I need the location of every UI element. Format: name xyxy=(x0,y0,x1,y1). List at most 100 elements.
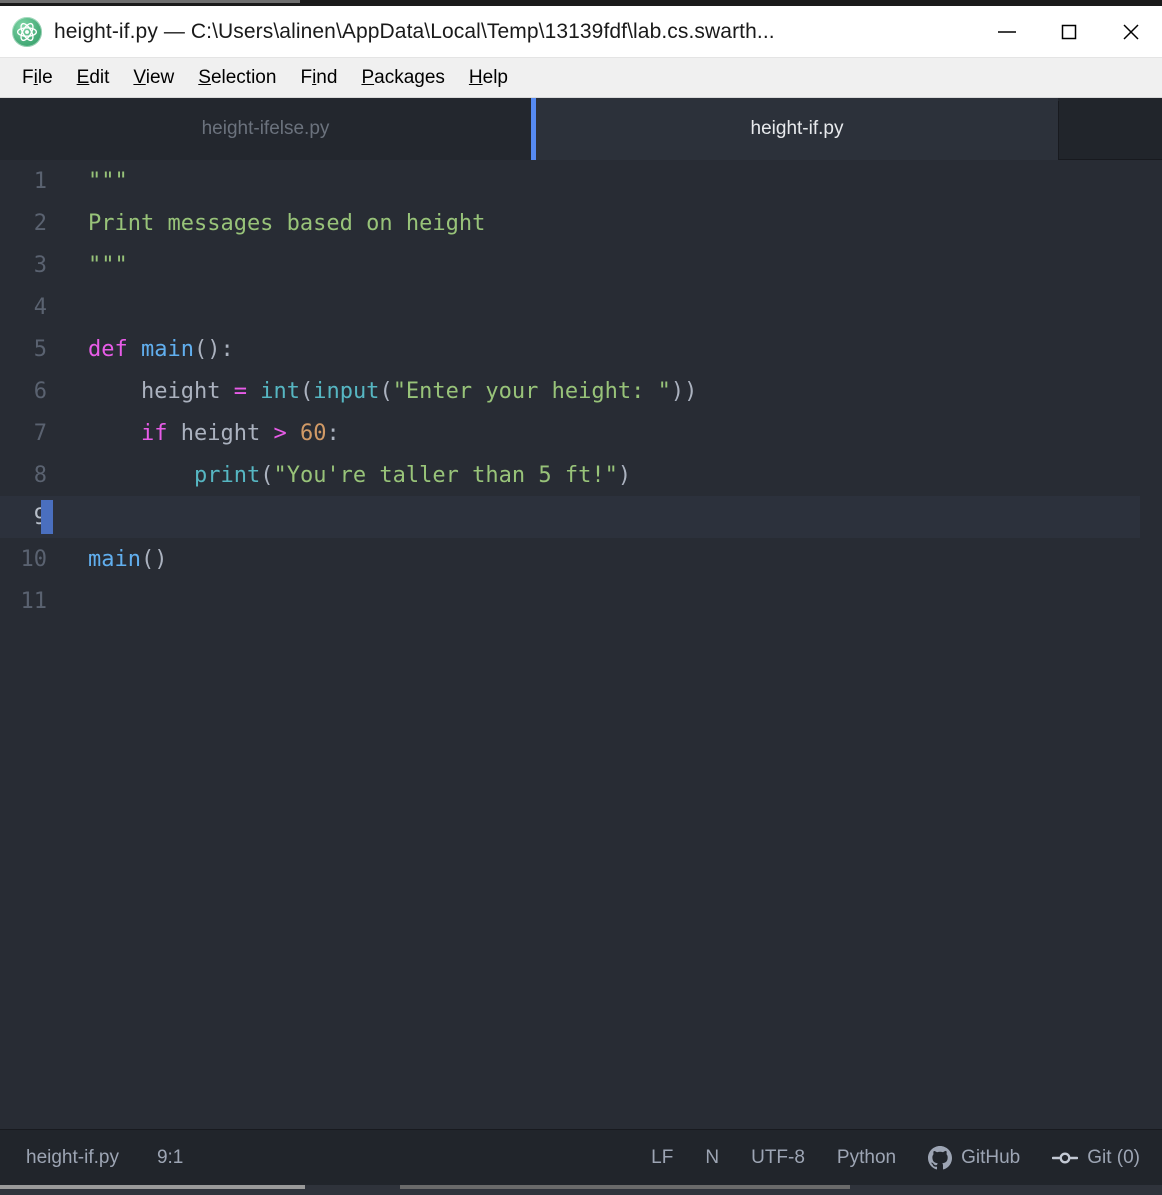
code-token: () xyxy=(140,546,168,572)
code-line[interactable]: 3 """ xyxy=(0,244,1162,286)
code-token: ( xyxy=(379,378,393,404)
menu-item-help[interactable]: Help xyxy=(457,63,520,93)
menu-item-file[interactable]: File xyxy=(10,63,65,93)
code-token: """ xyxy=(88,252,128,278)
code-line-active[interactable]: 9 xyxy=(0,496,1162,538)
code-line[interactable]: 1 """ xyxy=(0,160,1162,202)
code-line[interactable]: 8 print("You're taller than 5 ft!") xyxy=(0,454,1162,496)
minimize-button[interactable] xyxy=(976,6,1038,57)
title-bar: height-if.py — C:\Users\alinen\AppData\L… xyxy=(0,6,1162,58)
code-line[interactable]: 6 height = int(input("Enter your height:… xyxy=(0,370,1162,412)
tab-height-ifelse-py[interactable]: height-ifelse.py xyxy=(0,98,531,160)
menu-bar: File Edit View Selection Find Packages Help xyxy=(0,58,1162,98)
line-number: 3 xyxy=(33,252,47,278)
status-selection-mode[interactable]: N xyxy=(705,1147,719,1169)
tab-bar: height-ifelse.py height-if.py xyxy=(0,98,1162,160)
text-cursor xyxy=(41,500,53,534)
code-line-text: height = int(input("Enter your height: "… xyxy=(47,379,1162,404)
code-line[interactable]: 10 main() xyxy=(0,538,1162,580)
line-number: 8 xyxy=(33,462,47,488)
code-line-text: """ xyxy=(47,169,1162,194)
code-token: main xyxy=(140,336,194,362)
status-github-label: GitHub xyxy=(961,1146,1021,1168)
menu-item-label: Edit xyxy=(76,66,110,88)
maximize-button[interactable] xyxy=(1038,6,1100,57)
code-token: print xyxy=(193,462,261,488)
menu-item-label: Find xyxy=(300,66,338,88)
status-github[interactable]: GitHub xyxy=(928,1145,1021,1170)
window-bottom-edge xyxy=(0,1185,1162,1195)
code-token: input xyxy=(313,378,380,404)
code-line[interactable]: 2 Print messages based on height xyxy=(0,202,1162,244)
menu-item-selection[interactable]: Selection xyxy=(186,63,288,93)
code-token: def xyxy=(88,336,141,362)
code-line[interactable]: 5 def main(): xyxy=(0,328,1162,370)
line-number: 9 xyxy=(0,505,47,530)
code-token: ( xyxy=(260,462,274,488)
menu-item-label: Packages xyxy=(361,66,445,88)
line-number: 11 xyxy=(20,588,48,614)
status-bar-right: LF N UTF-8 Python GitHub Git (0) xyxy=(651,1145,1140,1170)
menu-item-label: File xyxy=(22,66,53,88)
status-cursor-position[interactable]: 9:1 xyxy=(157,1147,183,1169)
line-number: 1 xyxy=(33,168,47,194)
status-encoding[interactable]: UTF-8 xyxy=(751,1147,805,1169)
menu-item-find[interactable]: Find xyxy=(288,63,349,93)
menu-item-packages[interactable]: Packages xyxy=(349,63,456,93)
title-bar-left: height-if.py — C:\Users\alinen\AppData\L… xyxy=(0,16,976,47)
code-token: if xyxy=(140,420,168,446)
code-token: 60 xyxy=(299,420,327,446)
close-button[interactable] xyxy=(1100,6,1162,57)
code-token: > xyxy=(273,420,287,446)
code-token: ( xyxy=(299,378,314,404)
menu-item-label: Help xyxy=(468,66,508,88)
code-line[interactable]: 7 if height > 60: xyxy=(0,412,1162,454)
atom-editor-window: height-if.py — C:\Users\alinen\AppData\L… xyxy=(0,0,1162,1195)
line-number: 7 xyxy=(33,420,47,446)
tab-label: height-ifelse.py xyxy=(201,118,330,139)
menu-item-label: Selection xyxy=(198,66,277,88)
status-git[interactable]: Git (0) xyxy=(1052,1147,1140,1169)
status-bar-left: height-if.py 9:1 xyxy=(26,1147,183,1169)
menu-item-view[interactable]: View xyxy=(121,63,186,93)
tab-bar-filler xyxy=(1058,101,1162,160)
code-token: "You're taller than 5 ft!" xyxy=(273,462,618,488)
code-line[interactable]: 11 xyxy=(0,580,1162,622)
code-token: : xyxy=(326,420,340,446)
line-number: 10 xyxy=(20,546,48,572)
status-line-ending[interactable]: LF xyxy=(651,1147,673,1169)
code-token: int xyxy=(260,378,300,404)
code-line[interactable]: 4 xyxy=(0,286,1162,328)
window-title: height-if.py — C:\Users\alinen\AppData\L… xyxy=(54,19,775,43)
code-editor[interactable]: 1 """ 2 Print messages based on height 3 """ 4… xyxy=(0,160,1162,1129)
status-git-label: Git (0) xyxy=(1087,1146,1140,1168)
code-token: main xyxy=(88,546,141,572)
code-line-text: """ xyxy=(47,253,1162,278)
code-token: )) xyxy=(670,378,698,404)
code-token: height xyxy=(167,420,274,446)
code-line-text: Print messages based on height xyxy=(47,211,1162,236)
status-bar: height-if.py 9:1 LF N UTF-8 Python GitHu… xyxy=(0,1129,1162,1185)
status-filename[interactable]: height-if.py xyxy=(26,1147,119,1169)
menu-item-edit[interactable]: Edit xyxy=(65,63,122,93)
code-line-text: if height > 60: xyxy=(47,421,1162,446)
line-number: 4 xyxy=(33,294,47,320)
code-token: height xyxy=(88,378,234,404)
code-token: "Enter your height: " xyxy=(392,378,671,404)
line-number: 5 xyxy=(33,336,47,362)
code-token: (): xyxy=(193,336,234,362)
code-token: = xyxy=(233,378,247,404)
status-grammar[interactable]: Python xyxy=(837,1147,896,1169)
tab-label: height-if.py xyxy=(750,118,844,139)
line-number: 6 xyxy=(33,378,47,404)
code-token: ) xyxy=(617,462,632,488)
code-line-text: def main(): xyxy=(47,337,1162,362)
line-number: 2 xyxy=(33,210,47,236)
tab-height-if-py[interactable]: height-if.py xyxy=(531,98,1058,160)
github-icon xyxy=(928,1145,953,1170)
atom-logo-icon xyxy=(12,16,42,47)
